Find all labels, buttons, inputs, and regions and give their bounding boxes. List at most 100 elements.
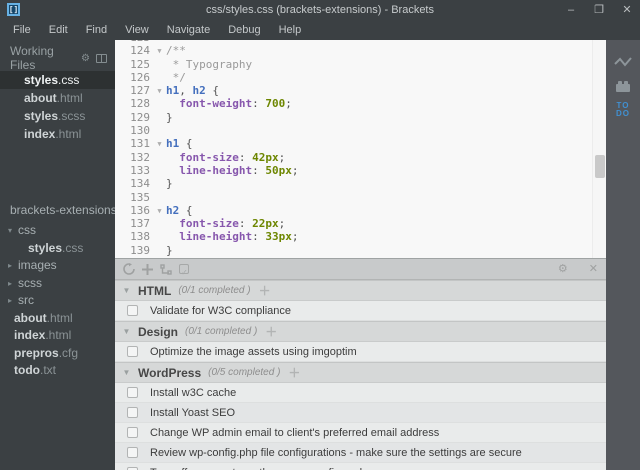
add-todo-icon[interactable] bbox=[142, 263, 153, 275]
toggle-completed-icon[interactable] bbox=[179, 262, 189, 283]
fold-gutter bbox=[153, 230, 166, 243]
menu-view[interactable]: View bbox=[116, 20, 158, 40]
maximize-button[interactable]: ❐ bbox=[592, 0, 606, 20]
code-text: } bbox=[166, 111, 173, 124]
fold-arrow-icon[interactable]: ▼ bbox=[153, 204, 166, 217]
todo-settings-gear-icon[interactable]: ⚙ bbox=[558, 259, 568, 280]
todo-checkbox[interactable] bbox=[127, 387, 138, 398]
todo-section-wordpress[interactable]: ▼ WordPress (0/5 completed ) ＋ bbox=[115, 362, 606, 383]
code-line-134: 134} bbox=[115, 177, 606, 190]
extension-brick-icon[interactable] bbox=[606, 80, 640, 92]
collapse-arrow-icon[interactable]: ▼ bbox=[115, 286, 138, 295]
todo-item: Validate for W3C compliance bbox=[115, 301, 606, 321]
collapse-arrow-icon[interactable]: ▼ bbox=[115, 368, 138, 377]
todo-checkbox[interactable] bbox=[127, 305, 138, 316]
working-file-styles-scss[interactable]: styles.scss bbox=[0, 107, 115, 125]
working-file-styles-css[interactable]: styles.css bbox=[0, 71, 115, 89]
tree-item-css[interactable]: ▾ css bbox=[0, 222, 115, 240]
line-number: 124 bbox=[130, 44, 150, 58]
todo-panel: ⚙ ✕ ▼HTML(0/1 completed )＋Validate for W… bbox=[115, 258, 606, 470]
folder-label: images bbox=[18, 258, 57, 272]
fold-gutter bbox=[153, 164, 166, 177]
minimize-button[interactable]: – bbox=[564, 0, 578, 20]
menu-edit[interactable]: Edit bbox=[40, 20, 77, 40]
menu-debug[interactable]: Debug bbox=[219, 20, 269, 40]
split-view-icon[interactable] bbox=[96, 53, 107, 63]
section-add-icon[interactable]: ＋ bbox=[265, 323, 277, 340]
file-name: todo bbox=[14, 363, 40, 377]
token-comment: */ bbox=[166, 70, 186, 84]
token-plain: } bbox=[166, 177, 173, 191]
code-line-131: 131 ▼ h1 { bbox=[115, 137, 606, 150]
tree-item-src[interactable]: ▸ src bbox=[0, 292, 115, 310]
token-plain: , bbox=[179, 84, 193, 98]
line-number: 125 bbox=[130, 57, 150, 71]
editor-scrollbar-thumb[interactable] bbox=[595, 155, 605, 178]
menu-help[interactable]: Help bbox=[270, 20, 311, 40]
project-dropdown[interactable]: brackets-extensions▾ bbox=[10, 203, 115, 217]
fold-gutter bbox=[153, 111, 166, 124]
todo-section-design[interactable]: ▼ Design (0/1 completed ) ＋ bbox=[115, 321, 606, 342]
collapse-arrow-icon[interactable]: ▼ bbox=[115, 327, 138, 336]
file-ext: .scss bbox=[58, 109, 86, 123]
tree-item-todo[interactable]: todo.txt bbox=[0, 362, 115, 380]
code-line-128: 128 font-weight: 700; bbox=[115, 97, 606, 110]
section-add-icon[interactable]: ＋ bbox=[288, 364, 300, 381]
fold-arrow-icon[interactable]: ▼ bbox=[153, 84, 166, 97]
code-text: line-height: 33px; bbox=[166, 230, 298, 243]
live-preview-icon[interactable] bbox=[606, 56, 640, 68]
todo-checkbox[interactable] bbox=[127, 447, 138, 458]
todo-panel-toolbar: ⚙ ✕ bbox=[115, 259, 606, 283]
menu-bar: File Edit Find View Navigate Debug Help bbox=[0, 20, 640, 40]
code-text: * Typography bbox=[166, 58, 252, 71]
todo-checkbox[interactable] bbox=[127, 427, 138, 438]
file-name: prepros bbox=[14, 345, 59, 360]
close-button[interactable]: ✕ bbox=[620, 0, 634, 20]
code-text: h1, h2 { bbox=[166, 84, 219, 97]
todo-extension-icon[interactable]: TO DO bbox=[606, 102, 640, 118]
token-plain: : bbox=[252, 230, 266, 244]
toggle-tags-icon[interactable] bbox=[160, 263, 172, 275]
token-prop: font-weight bbox=[179, 97, 253, 111]
todo-item: Install Yoast SEO bbox=[115, 403, 606, 423]
working-file-about-html[interactable]: about.html bbox=[0, 89, 115, 107]
tree-item-prepros[interactable]: prepros.cfg bbox=[0, 345, 115, 363]
tree-item-styles[interactable]: styles.css bbox=[0, 240, 115, 258]
token-plain: ; bbox=[278, 150, 286, 164]
title-bar: [] css/styles.css (brackets-extensions) … bbox=[0, 0, 640, 20]
tree-item-scss[interactable]: ▸ scss bbox=[0, 275, 115, 293]
todo-panel-close-icon[interactable]: ✕ bbox=[589, 259, 598, 280]
section-items: Validate for W3C compliance bbox=[115, 301, 606, 321]
todo-checkbox[interactable] bbox=[127, 346, 138, 357]
working-files-gear-icon[interactable]: ⚙ bbox=[81, 53, 90, 64]
menu-file[interactable]: File bbox=[4, 20, 40, 40]
token-prop: font-size bbox=[179, 150, 239, 164]
file-ext: .html bbox=[45, 328, 72, 342]
working-file-index-html[interactable]: index.html bbox=[0, 125, 115, 143]
working-files-title: Working Files bbox=[10, 44, 54, 72]
menu-navigate[interactable]: Navigate bbox=[158, 20, 219, 40]
tree-item-index[interactable]: index.html bbox=[0, 327, 115, 345]
section-add-icon[interactable]: ＋ bbox=[259, 282, 271, 299]
line-number: 132 bbox=[130, 150, 150, 164]
extension-toolbar: TO DO bbox=[606, 40, 640, 470]
refresh-icon[interactable] bbox=[123, 263, 135, 275]
code-line-139: 139} bbox=[115, 244, 606, 257]
fold-arrow-icon[interactable]: ▼ bbox=[153, 137, 166, 150]
tree-item-about[interactable]: about.html bbox=[0, 310, 115, 328]
token-plain: : bbox=[252, 97, 266, 111]
todo-item: Review wp-config.php file configurations… bbox=[115, 443, 606, 463]
editor-scrollbar[interactable] bbox=[592, 40, 606, 258]
section-title: Design bbox=[138, 324, 179, 339]
token-plain: ; bbox=[278, 217, 286, 231]
menu-find[interactable]: Find bbox=[77, 20, 116, 40]
todo-section-html[interactable]: ▼ HTML (0/1 completed ) ＋ bbox=[115, 280, 606, 301]
fold-arrow-icon[interactable]: ▼ bbox=[153, 44, 166, 57]
fold-gutter bbox=[153, 177, 166, 190]
line-number: 126 bbox=[130, 70, 150, 84]
code-text: */ bbox=[166, 71, 186, 84]
tree-item-images[interactable]: ▸ images bbox=[0, 257, 115, 275]
code-editor[interactable]: 123124▼/**125 * Typography126 */127▼h1, … bbox=[115, 40, 606, 258]
todo-checkbox[interactable] bbox=[127, 407, 138, 418]
token-prop: line-height bbox=[179, 230, 253, 244]
